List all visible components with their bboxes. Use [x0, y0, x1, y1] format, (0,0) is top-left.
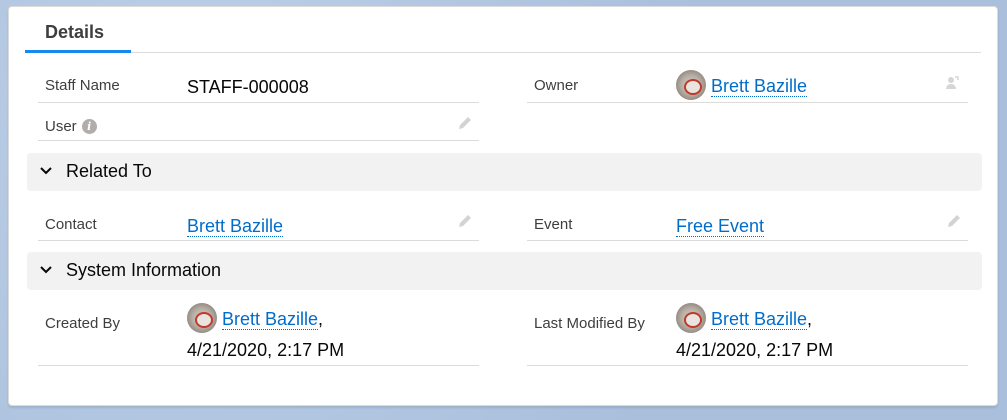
event-value: Free Event	[676, 216, 765, 237]
pencil-icon[interactable]	[946, 213, 962, 229]
last-modified-by-link[interactable]: Brett Bazille	[711, 309, 808, 330]
section-title: System Information	[66, 260, 222, 280]
user-avatar	[676, 70, 706, 100]
change-owner-icon[interactable]	[944, 74, 960, 90]
user-label: User	[45, 118, 77, 135]
field-label: Owner	[534, 77, 579, 94]
field-label: Event	[534, 216, 573, 233]
details-card: Details Staff Name STAFF-000008 Owner Br…	[8, 6, 998, 406]
staff-name-value: STAFF-000008	[187, 77, 309, 97]
last-modified-date: 4/21/2020, 2:17 PM	[676, 340, 834, 361]
contact-value: Brett Bazille	[187, 216, 284, 237]
chevron-down-icon	[40, 266, 52, 274]
tab-details[interactable]: Details	[25, 20, 131, 53]
field-user: User i	[38, 103, 479, 141]
user-avatar	[676, 303, 706, 334]
info-icon[interactable]: i	[81, 119, 97, 134]
field-last-modified-by: Last Modified By Brett Bazille, 4/21/202…	[527, 300, 968, 366]
separator: ,	[318, 309, 324, 329]
user-avatar	[187, 303, 217, 334]
chevron-down-icon	[40, 167, 52, 175]
field-label: User i	[45, 118, 97, 135]
section-related-to[interactable]: Related To	[27, 153, 982, 191]
field-staff-name: Staff Name STAFF-000008	[38, 62, 479, 103]
event-link[interactable]: Free Event	[676, 216, 765, 237]
owner-link[interactable]: Brett Bazille	[711, 75, 808, 97]
field-label: Created By	[45, 315, 121, 332]
created-date: 4/21/2020, 2:17 PM	[187, 340, 345, 361]
last-modified-by-value: Brett Bazille, 4/21/2020, 2:17 PM	[676, 303, 834, 365]
tab-bar: Details	[25, 7, 981, 53]
created-by-link[interactable]: Brett Bazille	[222, 309, 319, 330]
field-label: Last Modified By	[534, 315, 645, 332]
section-title: Related To	[66, 161, 152, 181]
section-system-information[interactable]: System Information	[27, 252, 982, 290]
contact-link[interactable]: Brett Bazille	[187, 216, 284, 237]
created-by-value: Brett Bazille, 4/21/2020, 2:17 PM	[187, 303, 345, 365]
pencil-icon[interactable]	[457, 115, 473, 131]
pencil-icon[interactable]	[457, 213, 473, 229]
field-contact: Contact Brett Bazille	[38, 201, 479, 241]
field-label: Contact	[45, 216, 97, 233]
separator: ,	[807, 309, 813, 329]
field-owner: Owner Brett Bazille	[527, 62, 968, 103]
field-created-by: Created By Brett Bazille, 4/21/2020, 2:1…	[38, 300, 479, 366]
owner-value: Brett Bazille	[676, 70, 808, 102]
field-event: Event Free Event	[527, 201, 968, 241]
field-label: Staff Name	[45, 77, 120, 94]
